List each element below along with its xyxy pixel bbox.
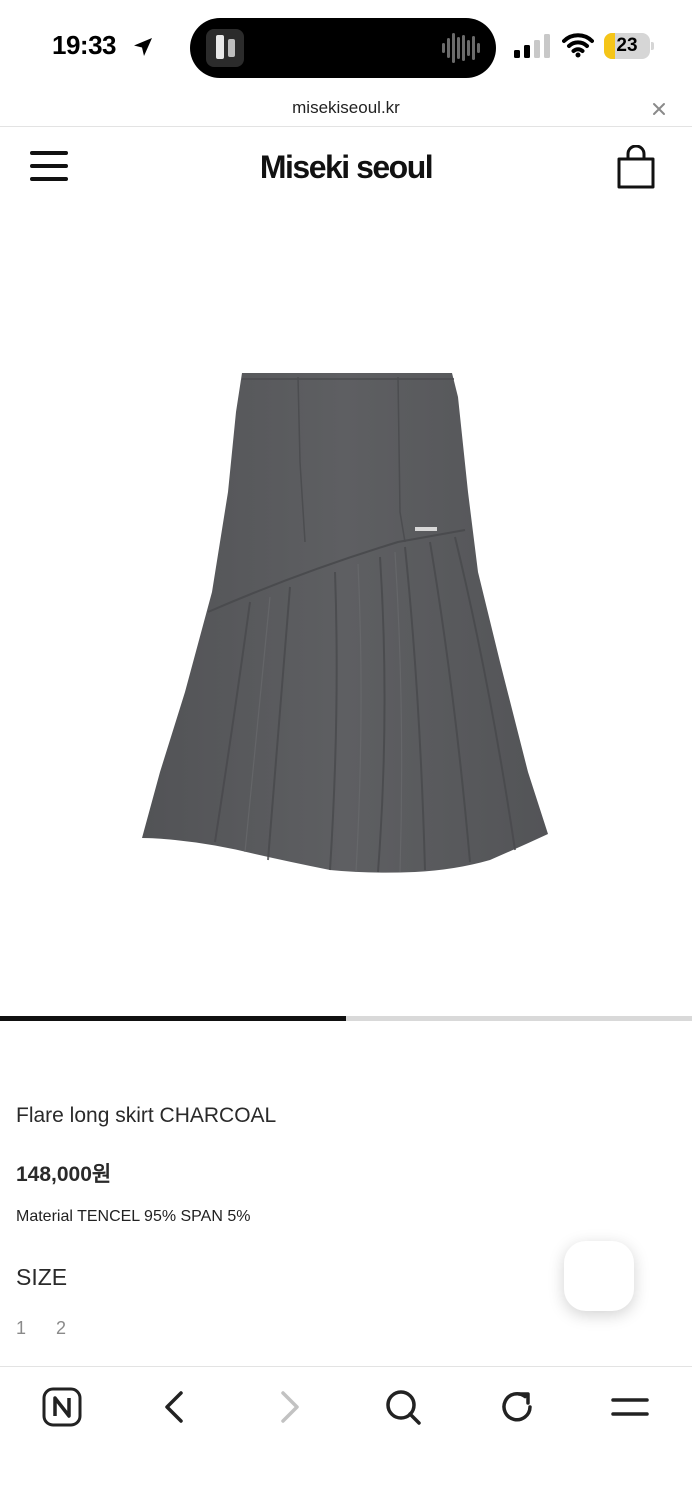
- product-name: Flare long skirt CHARCOAL: [16, 1104, 277, 1127]
- battery-indicator: 23: [604, 33, 654, 59]
- product-image[interactable]: [0, 212, 692, 1012]
- product-price: 148,000원: [16, 1163, 112, 1186]
- brand-logo[interactable]: Miseki seoul: [0, 149, 692, 186]
- floating-chat-button[interactable]: [564, 1241, 634, 1311]
- status-time: 19:33: [52, 30, 117, 60]
- browser-url-bar[interactable]: misekiseoul.kr: [0, 90, 692, 127]
- audio-waveform-icon: [442, 33, 480, 63]
- size-option-2[interactable]: 2: [56, 1318, 66, 1339]
- browser-toolbar: [0, 1366, 692, 1500]
- naver-home-icon[interactable]: [42, 1387, 82, 1427]
- product-material: Material TENCEL 95% SPAN 5%: [16, 1208, 251, 1225]
- cellular-signal-icon: [514, 34, 550, 58]
- dynamic-island[interactable]: [190, 18, 496, 78]
- size-options: 1 2: [16, 1318, 66, 1339]
- size-label: SIZE: [16, 1264, 68, 1290]
- wifi-icon: [562, 33, 594, 58]
- back-icon[interactable]: [155, 1387, 195, 1427]
- battery-level: 23: [616, 35, 638, 56]
- close-icon[interactable]: [648, 98, 670, 120]
- search-icon[interactable]: [383, 1387, 423, 1427]
- status-bar: 19:33 23: [0, 0, 692, 90]
- gallery-progress-fill: [0, 1016, 346, 1021]
- now-playing-thumbnail: [206, 29, 244, 67]
- site-header: Miseki seoul: [0, 127, 692, 212]
- shopping-bag-icon[interactable]: [616, 145, 656, 189]
- size-option-1[interactable]: 1: [16, 1318, 26, 1339]
- gallery-progress-bar: [0, 1016, 692, 1021]
- skirt-illustration: [142, 373, 548, 873]
- location-arrow-icon: [134, 38, 152, 56]
- reload-icon[interactable]: [497, 1387, 537, 1427]
- menu-icon[interactable]: [610, 1387, 650, 1427]
- forward-icon: [281, 1391, 299, 1423]
- url-text[interactable]: misekiseoul.kr: [0, 98, 692, 118]
